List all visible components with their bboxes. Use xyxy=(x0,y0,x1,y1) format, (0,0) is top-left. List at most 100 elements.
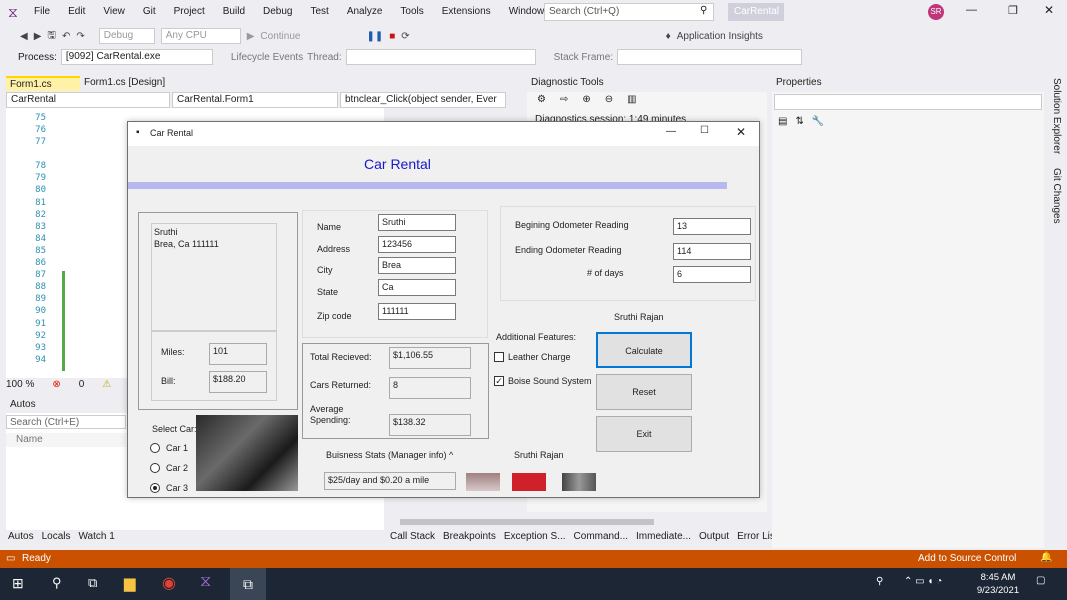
field-input-1[interactable]: 123456 xyxy=(378,236,456,253)
menu-git[interactable]: Git xyxy=(143,6,156,17)
win-maximize-icon[interactable]: ☐ xyxy=(700,125,709,136)
leather-checkbox[interactable] xyxy=(494,352,504,362)
continue-button[interactable]: Continue xyxy=(260,31,300,42)
taskview-icon[interactable]: ⧉ xyxy=(88,575,97,591)
git-changes-tab[interactable]: Git Changes xyxy=(1048,168,1062,224)
back-icon[interactable]: ◀ xyxy=(20,31,28,42)
categorized-icon[interactable]: ▤ xyxy=(778,116,787,127)
minimize-icon[interactable]: — xyxy=(966,4,977,16)
boise-label[interactable]: Boise Sound System xyxy=(508,376,592,386)
tab-call-stack[interactable]: Call Stack xyxy=(390,531,435,542)
project-dropdown[interactable]: CarRental xyxy=(6,92,170,108)
car-radio-2[interactable]: Car 2 xyxy=(150,458,188,478)
forward-icon[interactable]: ▶ xyxy=(34,31,42,42)
radio-circle-icon[interactable] xyxy=(150,483,160,493)
search-taskbar-icon[interactable]: ⚲ xyxy=(52,575,62,591)
stop-icon[interactable]: ■ xyxy=(389,31,395,42)
tab-form1-design[interactable]: Form1.cs [Design] xyxy=(80,76,180,91)
menu-file[interactable]: File xyxy=(34,6,50,17)
insights-button[interactable]: Application Insights xyxy=(677,31,763,42)
stack-frame-dropdown[interactable] xyxy=(617,49,803,65)
menu-window[interactable]: Window xyxy=(509,6,545,17)
menu-debug[interactable]: Debug xyxy=(263,6,292,17)
platform-dropdown[interactable]: Any CPU xyxy=(160,28,241,44)
close-icon[interactable]: ✕ xyxy=(1044,3,1054,17)
zoom-level[interactable]: 100 % xyxy=(6,379,34,390)
tab-properties[interactable]: Properties xyxy=(772,76,1044,91)
car-rental-taskbar-icon[interactable]: ⧉ xyxy=(230,568,266,600)
tab-autos[interactable]: Autos xyxy=(8,531,34,542)
tab-breakpoints[interactable]: Breakpoints xyxy=(443,531,496,542)
properties-object-dropdown[interactable] xyxy=(774,94,1042,110)
zoom-out-icon[interactable]: ⊖ xyxy=(605,94,613,108)
horizontal-scrollbar[interactable] xyxy=(400,519,654,525)
lifecycle-button[interactable]: Lifecycle Events xyxy=(231,52,303,63)
menu-edit[interactable]: Edit xyxy=(68,6,85,17)
restart-icon[interactable]: ⟳ xyxy=(401,31,409,42)
menu-project[interactable]: Project xyxy=(174,6,205,17)
undo-icon[interactable]: ↶ xyxy=(62,31,70,42)
calculate-button[interactable]: Calculate xyxy=(596,332,692,368)
alphabetical-icon[interactable]: ⇅ xyxy=(795,116,803,127)
tab-exception-s-[interactable]: Exception S... xyxy=(504,531,566,542)
exit-button[interactable]: Exit xyxy=(596,416,692,452)
autos-search[interactable]: Search (Ctrl+E) xyxy=(6,415,126,429)
radio-circle-icon[interactable] xyxy=(150,463,160,473)
tab-form1cs[interactable]: Form1.cs xyxy=(6,76,80,91)
clock[interactable]: 8:45 AM 9/23/2021 xyxy=(968,571,1028,597)
autos-name-column[interactable]: Name xyxy=(6,433,126,447)
radio-circle-icon[interactable] xyxy=(150,443,160,453)
chart-icon[interactable]: ▥ xyxy=(627,94,636,108)
menu-tools[interactable]: Tools xyxy=(400,6,423,17)
pause-icon[interactable]: ❚❚ xyxy=(366,31,383,42)
field-input-3[interactable]: Ca xyxy=(378,279,456,296)
odo-input-2[interactable]: 6 xyxy=(673,266,751,283)
thread-dropdown[interactable] xyxy=(345,49,536,65)
zoom-in-icon[interactable]: ⊕ xyxy=(582,94,590,108)
config-dropdown[interactable]: Debug xyxy=(98,28,155,44)
tab-output[interactable]: Output xyxy=(699,531,729,542)
tab-watch-1[interactable]: Watch 1 xyxy=(78,531,114,542)
menu-analyze[interactable]: Analyze xyxy=(347,6,383,17)
car-thumbnail-1[interactable] xyxy=(466,473,500,491)
notifications-icon[interactable]: 🔔 xyxy=(1040,552,1052,563)
search-box[interactable]: Search (Ctrl+Q) xyxy=(544,3,714,21)
win-close-icon[interactable]: ✕ xyxy=(736,125,746,139)
boise-checkbox[interactable]: ✓ xyxy=(494,376,504,386)
wrench-icon[interactable]: 🔧 xyxy=(812,116,824,127)
leather-label[interactable]: Leather Charge xyxy=(508,352,571,362)
stats-toggle[interactable]: Buisness Stats (Manager info) ^ xyxy=(326,450,453,460)
odo-input-0[interactable]: 13 xyxy=(673,218,751,235)
car-thumbnail-2[interactable] xyxy=(512,473,546,491)
action-center-icon[interactable]: ▢ xyxy=(1036,575,1045,586)
visual-studio-icon[interactable]: ⧖ xyxy=(200,573,211,591)
tab-diagnostic-tools[interactable]: Diagnostic Tools xyxy=(527,76,767,91)
menu-view[interactable]: View xyxy=(103,6,125,17)
menu-build[interactable]: Build xyxy=(223,6,245,17)
start-icon[interactable]: ⊞ xyxy=(12,575,24,592)
car-radio-3[interactable]: Car 3 xyxy=(150,478,188,498)
settings-icon[interactable]: ⚙ xyxy=(537,94,546,108)
tray-icons[interactable]: ⌃ ▭ ◖ ◔ xyxy=(904,576,942,587)
win-minimize-icon[interactable]: — xyxy=(666,126,676,137)
field-input-0[interactable]: Sruthi xyxy=(378,214,456,231)
vs-logo-icon[interactable]: ⧖ xyxy=(8,4,24,20)
avatar[interactable]: SR xyxy=(928,4,944,20)
menu-extensions[interactable]: Extensions xyxy=(442,6,491,17)
tab-locals[interactable]: Locals xyxy=(42,531,71,542)
car-thumbnail-3[interactable] xyxy=(562,473,596,491)
chrome-icon[interactable]: ◉ xyxy=(162,573,176,593)
error-count[interactable]: 0 xyxy=(79,379,85,390)
save-icon[interactable]: 🖫 xyxy=(47,28,56,45)
continue-icon[interactable]: ▶ xyxy=(247,31,255,42)
field-input-2[interactable]: Brea xyxy=(378,257,456,274)
process-dropdown[interactable]: [9092] CarRental.exe xyxy=(60,49,213,65)
export-icon[interactable]: ⇨ xyxy=(560,94,568,108)
add-source-control[interactable]: Add to Source Control xyxy=(918,553,1016,564)
solution-explorer-tab[interactable]: Solution Explorer xyxy=(1048,78,1062,154)
car-radio-1[interactable]: Car 1 xyxy=(150,438,188,458)
file-explorer-icon[interactable]: ▆ xyxy=(124,574,136,592)
tab-immediate-[interactable]: Immediate... xyxy=(636,531,691,542)
restore-icon[interactable]: ❐ xyxy=(1008,4,1018,17)
odo-input-1[interactable]: 114 xyxy=(673,243,751,260)
